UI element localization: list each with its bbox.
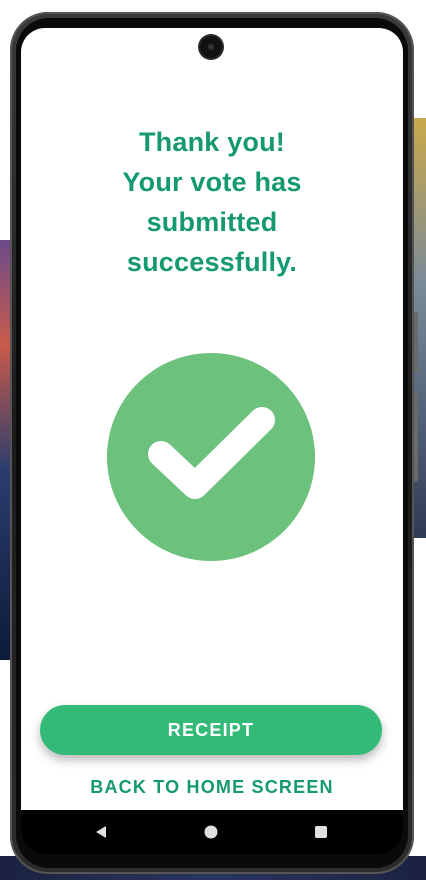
checkmark-icon (148, 407, 275, 499)
home-circle-icon (204, 825, 218, 839)
check-circle-icon (107, 353, 315, 561)
success-message-line-1: Thank you! (138, 127, 285, 157)
system-navigation-bar (21, 810, 403, 854)
recents-nav-button[interactable] (311, 822, 331, 842)
success-message-line-4: successfully. (126, 247, 298, 277)
volume-button (414, 392, 418, 482)
recents-square-icon (315, 826, 327, 838)
success-message: Thank you! Your vote has submitted succe… (21, 122, 403, 282)
back-to-home-link[interactable]: BACK TO HOME SCREEN (21, 775, 403, 799)
home-nav-button[interactable] (201, 822, 221, 842)
receipt-button[interactable]: RECEIPT (40, 705, 382, 755)
back-nav-button[interactable] (91, 822, 111, 842)
stage: Thank you! Your vote has submitted succe… (0, 0, 426, 880)
power-button (414, 312, 418, 372)
front-camera (200, 36, 222, 58)
success-message-line-2: Your vote has (122, 167, 302, 197)
app-screen: Thank you! Your vote has submitted succe… (21, 28, 403, 810)
back-triangle-icon (96, 826, 106, 838)
success-message-line-3: submitted (146, 207, 278, 237)
